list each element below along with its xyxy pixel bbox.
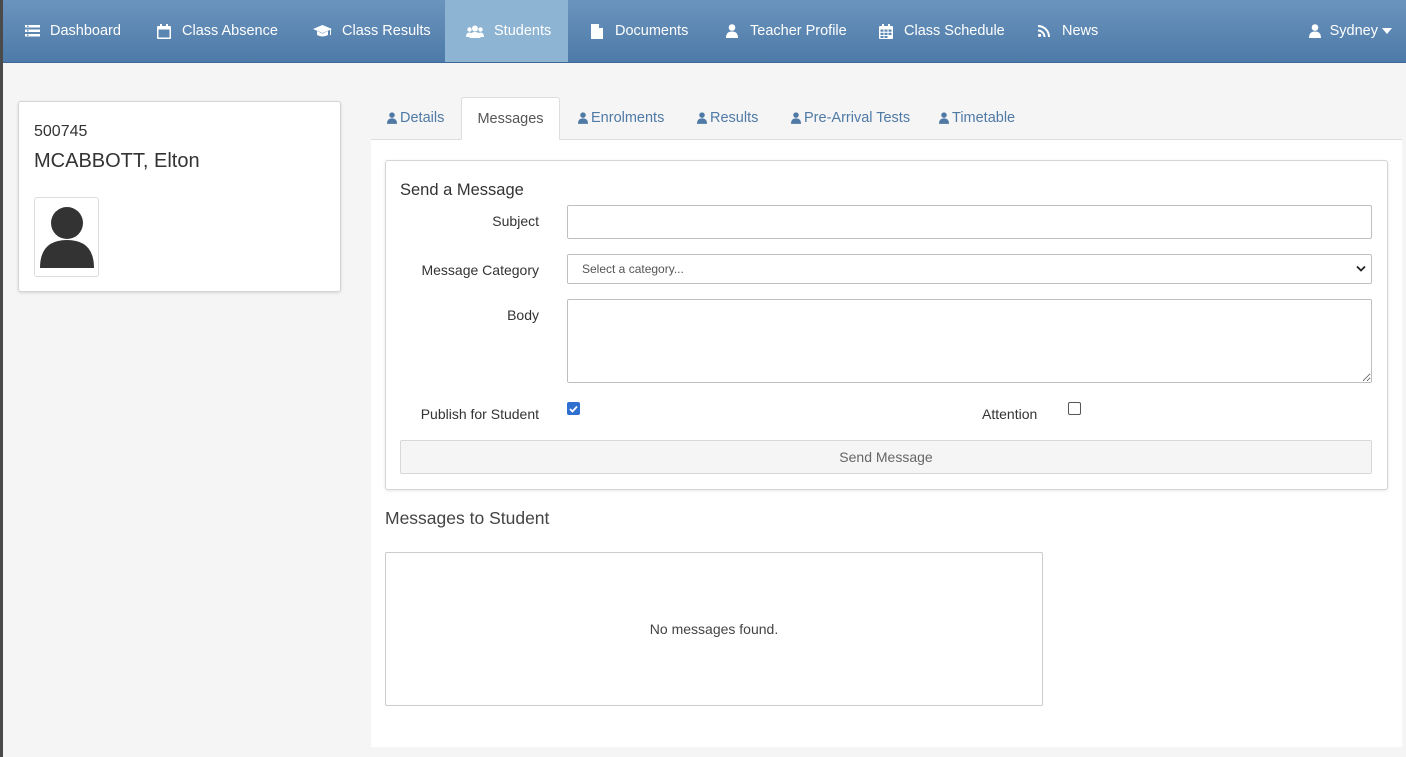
subject-label: Subject [492,213,539,229]
tab-details-label: Details [400,110,445,126]
messages-heading: Messages to Student [385,508,550,528]
rss-icon [1036,23,1052,39]
nav-documents-label: Documents [615,23,689,39]
send-message-button[interactable]: Send Message [400,440,1372,474]
message-category-label: Message Category [421,262,539,278]
body-label: Body [507,307,539,323]
user-icon [791,112,801,124]
user-menu[interactable]: Sydney [1308,0,1392,62]
tab-timetable[interactable]: Timetable [939,97,1015,139]
users-icon [466,23,484,39]
subject-input[interactable] [567,205,1372,239]
tab-messages[interactable]: Messages [461,97,560,140]
empty-messages-text: No messages found. [649,621,779,637]
nav-class-schedule-label: Class Schedule [904,23,1005,39]
nav-dashboard-label: Dashboard [50,23,121,39]
body-textarea[interactable] [567,299,1372,383]
user-icon [724,23,740,39]
nav-news-label: News [1062,23,1099,39]
user-silhouette-icon [39,207,94,268]
top-navbar: Dashboard Class Absence Class Results St… [3,0,1406,63]
tab-pre-arrival-tests-label: Pre-Arrival Tests [804,110,911,126]
student-name: MCABBOTT, Elton [34,150,200,172]
nav-class-absence[interactable]: Class Absence [135,0,299,62]
tab-details[interactable]: Details [387,97,444,139]
tab-enrolments-label: Enrolments [591,110,665,126]
user-icon [697,112,707,124]
nav-teacher-profile[interactable]: Teacher Profile [703,0,868,62]
main-panel: Details Messages Enrolments Results Pre-… [371,97,1402,747]
calendar-grid-icon [878,23,894,39]
nav-dashboard[interactable]: Dashboard [3,0,142,62]
message-category-value: Select a category... [582,262,684,276]
user-icon [387,112,397,124]
tab-results-label: Results [710,110,759,126]
nav-class-absence-label: Class Absence [182,23,278,39]
nav-students-label: Students [494,23,552,39]
graduation-cap-icon [312,23,332,39]
tab-pre-arrival-tests[interactable]: Pre-Arrival Tests [791,97,910,139]
document-icon [589,23,605,39]
attention-checkbox[interactable] [1068,402,1081,415]
messages-list: No messages found. [385,552,1043,706]
chevron-down-icon [1382,28,1392,34]
form-title: Send a Message [400,181,524,199]
nav-news[interactable]: News [1015,0,1119,62]
student-card: 500745 MCABBOTT, Elton [18,101,341,292]
attention-label: Attention [982,406,1038,422]
student-id: 500745 [34,123,88,140]
publish-for-student-label: Publish for Student [420,406,539,422]
tab-messages-label: Messages [477,110,544,127]
nav-documents[interactable]: Documents [568,0,709,62]
tab-results[interactable]: Results [697,97,758,139]
tab-enrolments[interactable]: Enrolments [578,97,664,139]
user-icon [1308,24,1321,38]
user-icon [578,112,588,124]
send-message-form: Send a Message Subject Message Category … [385,160,1388,490]
nav-class-schedule[interactable]: Class Schedule [857,0,1026,62]
dashboard-icon [24,23,40,39]
nav-class-results-label: Class Results [342,23,431,39]
calendar-icon [156,23,172,39]
nav-teacher-profile-label: Teacher Profile [750,23,847,39]
app-window: Dashboard Class Absence Class Results St… [3,0,1406,757]
publish-for-student-checkbox[interactable] [567,402,580,415]
message-category-select[interactable]: Select a category... [567,254,1372,284]
nav-students[interactable]: Students [445,0,568,62]
tab-timetable-label: Timetable [952,110,1016,126]
chevron-down-icon [1356,265,1366,272]
tab-bar: Details Messages Enrolments Results Pre-… [371,97,1402,140]
user-icon [939,112,949,124]
avatar [34,197,99,277]
nav-class-results[interactable]: Class Results [291,0,452,62]
checkmark-icon [569,405,578,413]
user-menu-label: Sydney [1329,23,1378,39]
